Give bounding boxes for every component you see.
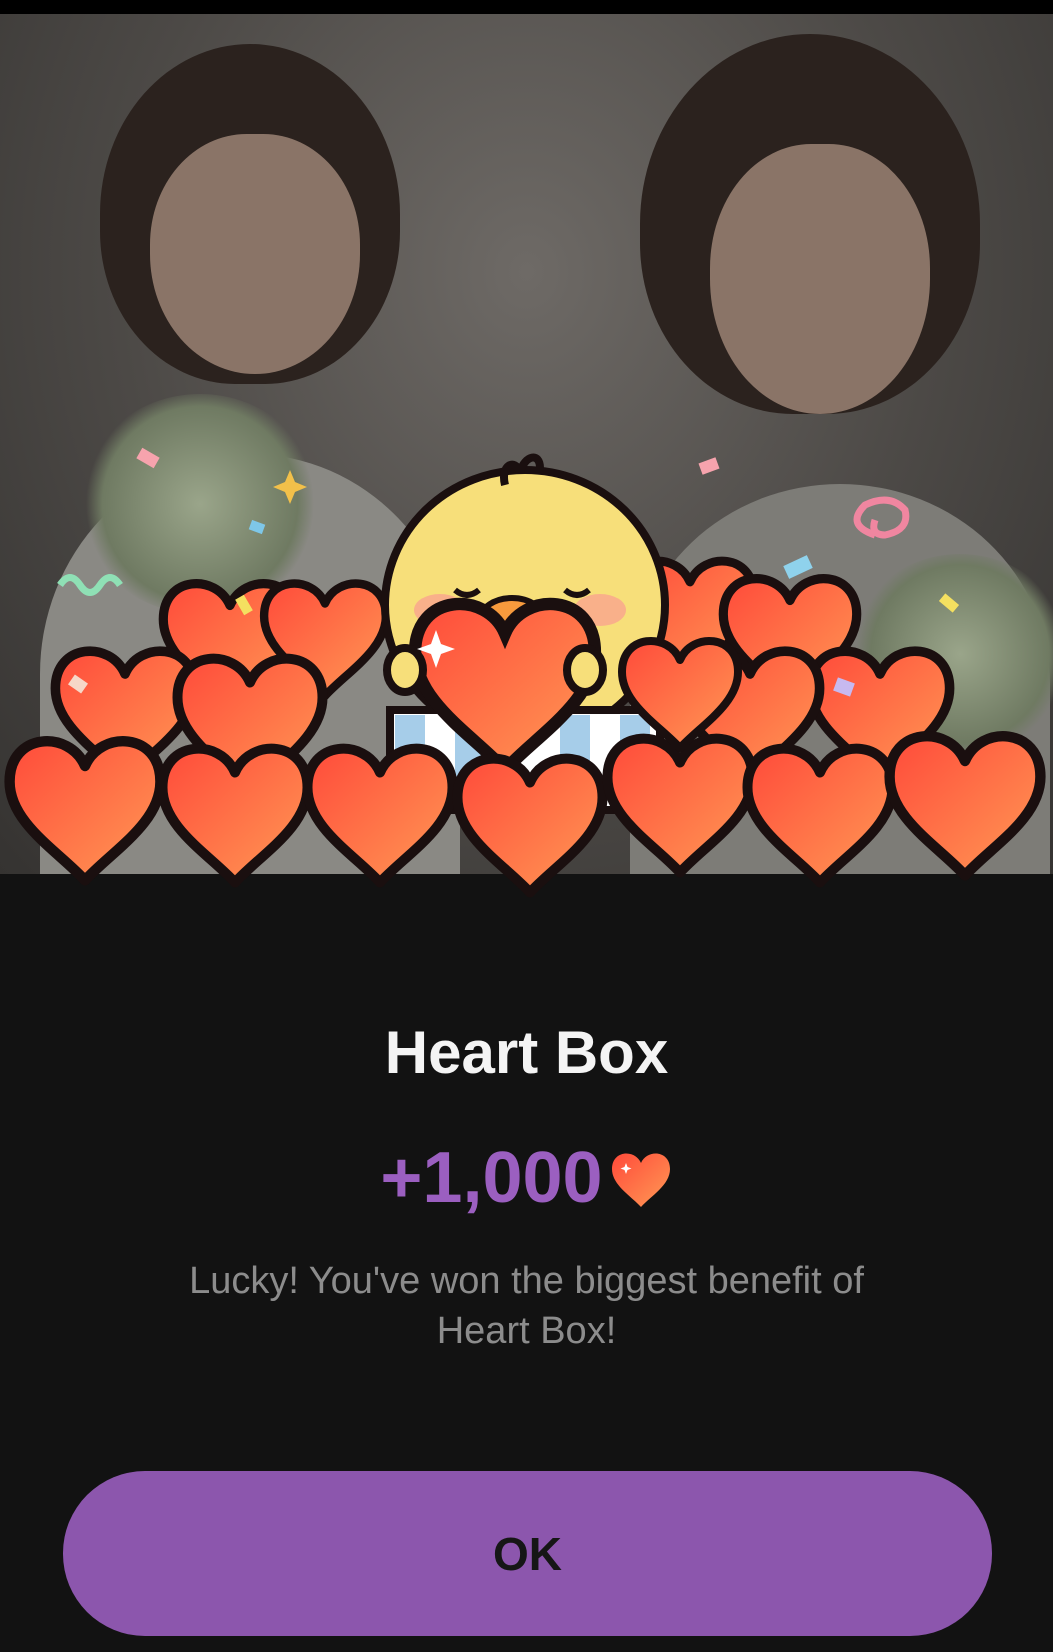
dialog-title: Heart Box xyxy=(384,1019,669,1086)
reward-row: +1,000 xyxy=(0,1138,1053,1218)
status-bar xyxy=(0,0,1053,14)
reward-message: Lucky! You've won the biggest benefit of… xyxy=(189,1260,864,1352)
heart-icon xyxy=(611,1153,670,1207)
ok-button[interactable]: OK xyxy=(63,1471,992,1636)
heart-box-illustration xyxy=(0,447,1053,960)
reward-amount: +1,000 xyxy=(380,1138,603,1218)
